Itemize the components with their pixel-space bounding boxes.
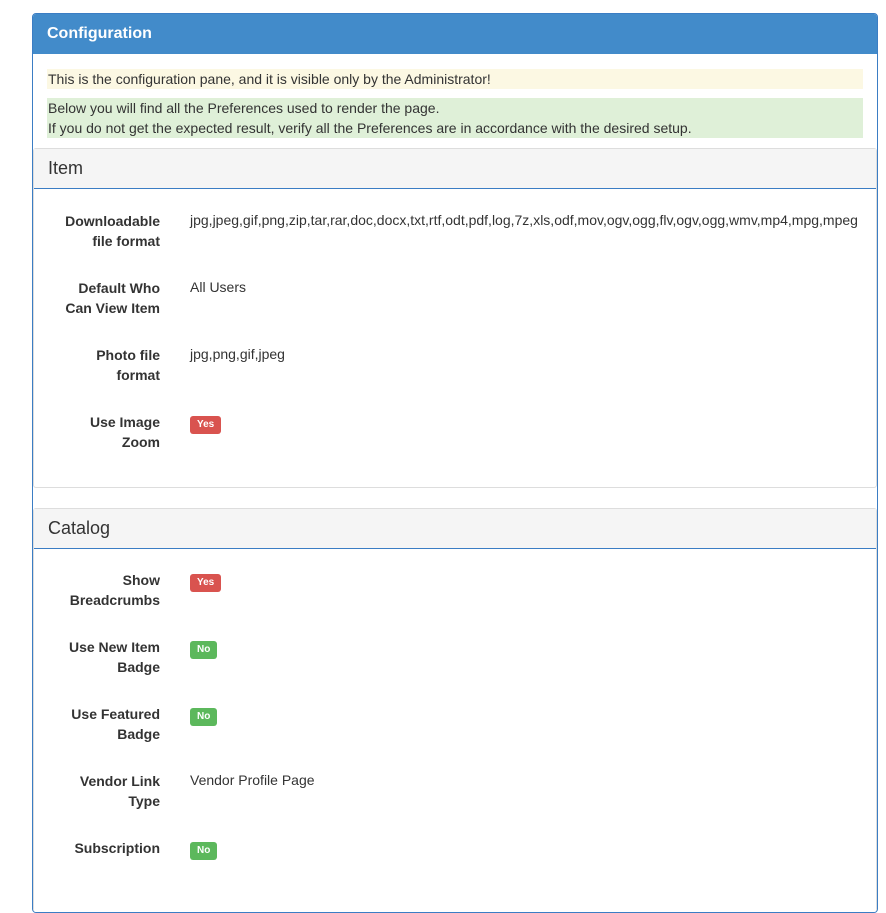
setting-value: Yes [190,413,222,434]
setting-label: Vendor Link Type [34,771,160,811]
label-line: Can View Item [65,300,160,316]
label-line: Zoom [121,434,160,450]
catalog-section: Catalog Show Breadcrumbs Yes Use New Ite… [33,508,877,912]
label-line: Subscription [74,840,160,856]
catalog-section-title: Catalog [34,509,876,549]
no-badge: No [190,641,218,659]
label-line: Badge [117,659,160,675]
setting-value: No [190,705,218,726]
setting-value: All Users [190,279,247,295]
label-line: file format [92,233,160,249]
label-line: Show [122,572,160,588]
label-line: Use Featured [71,706,160,722]
item-section: Item Downloadable file format jpg,jpeg,g… [33,148,877,488]
setting-label: Subscription [34,838,160,858]
configuration-panel: Configuration This is the configuration … [32,13,878,913]
setting-label: Use Image Zoom [34,412,160,452]
info-line-2: If you do not get the expected result, v… [48,120,692,136]
no-badge: No [190,708,218,726]
label-line: format [116,367,160,383]
label-line: Photo file [96,347,160,363]
setting-label: Photo file format [34,345,160,385]
setting-value: Yes [190,571,222,592]
setting-label: Default Who Can View Item [34,278,160,318]
setting-label: Use New Item Badge [34,637,160,677]
panel-title: Configuration [33,14,877,54]
setting-value: Vendor Profile Page [190,772,315,788]
label-line: Vendor Link [79,773,160,789]
label-line: Downloadable [65,213,160,229]
label-line: Type [128,793,160,809]
label-line: Use New Item [68,639,160,655]
label-line: Badge [117,726,160,742]
setting-label: Show Breadcrumbs [34,570,160,610]
setting-value: No [190,638,218,659]
info-line-1: Below you will find all the Preferences … [48,100,440,116]
label-line: Default Who [78,280,160,296]
label-line: Breadcrumbs [69,592,160,608]
label-line: Use Image [89,414,160,430]
item-section-title: Item [34,149,876,189]
setting-value: jpg,jpeg,gif,png,zip,tar,rar,doc,docx,tx… [190,212,858,228]
setting-label: Use Featured Badge [34,704,160,744]
setting-value: jpg,png,gif,jpeg [190,346,285,362]
yes-badge: Yes [190,416,222,434]
setting-label: Downloadable file format [34,211,160,251]
preferences-info-notice: Below you will find all the Preferences … [47,98,863,138]
yes-badge: Yes [190,574,222,592]
no-badge: No [190,842,218,860]
admin-warning-notice: This is the configuration pane, and it i… [47,69,863,89]
